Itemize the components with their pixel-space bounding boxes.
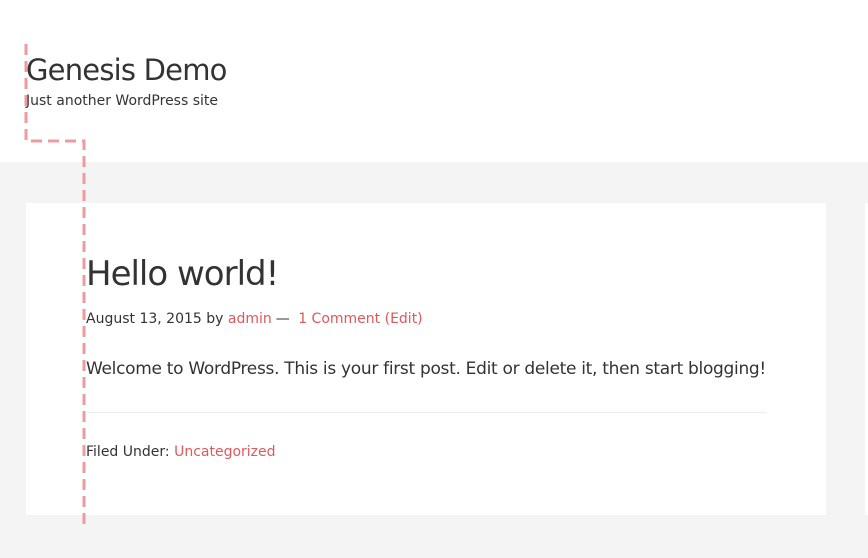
post-title: Hello world! <box>86 254 279 294</box>
entry-divider <box>86 412 766 413</box>
site-description: Just another WordPress site <box>26 93 219 109</box>
post-footer: Filed Under: Uncategorized <box>86 444 276 460</box>
edit-link[interactable]: (Edit) <box>385 311 423 327</box>
filed-under-label: Filed Under: <box>86 444 170 460</box>
meta-separator: — <box>275 311 290 327</box>
site-header: Genesis Demo Just another WordPress site <box>0 0 868 162</box>
post-body: Welcome to WordPress. This is your first… <box>86 359 766 379</box>
post-meta: August 13, 2015 by admin — 1 Comment (Edi… <box>86 311 423 327</box>
comments-link[interactable]: 1 Comment <box>298 311 380 327</box>
post-entry: Hello world! August 13, 2015 by admin — 1… <box>26 203 826 515</box>
post-by-label: by <box>206 311 224 327</box>
category-link[interactable]: Uncategorized <box>174 444 275 460</box>
site-title[interactable]: Genesis Demo <box>26 53 227 87</box>
author-link[interactable]: admin <box>228 311 272 327</box>
post-date: August 13, 2015 <box>86 311 202 327</box>
